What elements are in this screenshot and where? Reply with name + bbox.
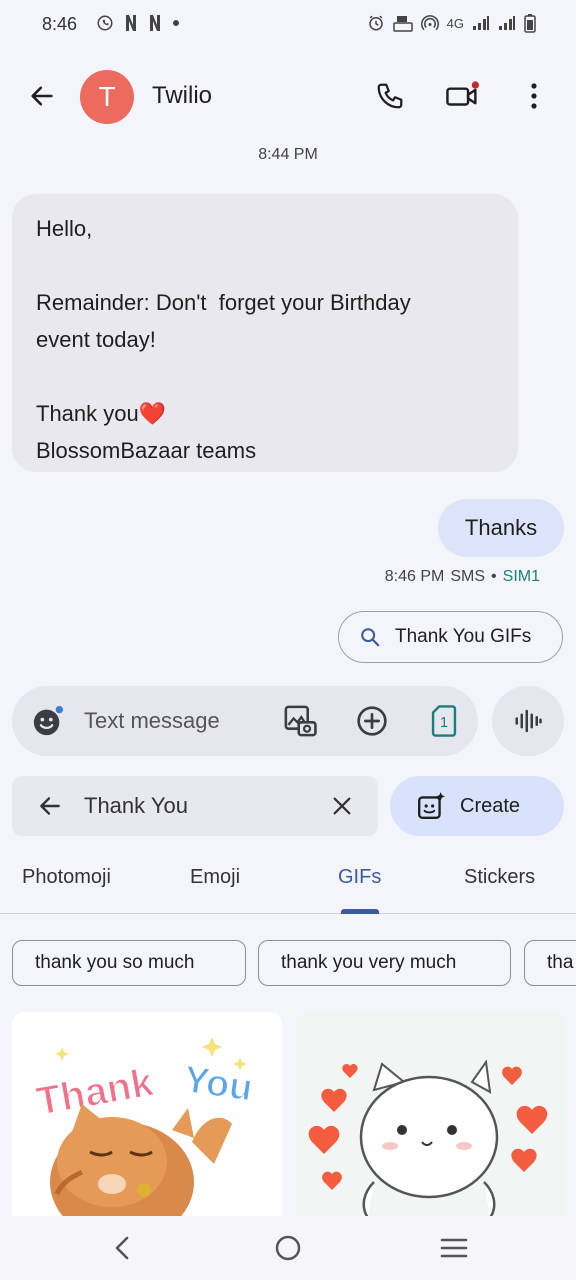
call-button[interactable]: [370, 76, 410, 116]
battery-icon: [524, 14, 536, 33]
gif-suggestion-label: Thank You GIFs: [395, 626, 532, 647]
incoming-message-bubble[interactable]: Hello, Remainder: Don't forget your Birt…: [12, 194, 518, 472]
avatar[interactable]: T: [80, 70, 134, 124]
message-time: 8:46 PM: [384, 568, 445, 585]
contact-name[interactable]: Twilio: [152, 82, 212, 110]
nav-menu-icon: [440, 1238, 468, 1258]
conversation-header: T Twilio: [0, 62, 576, 132]
status-bar: 8:46 4G: [0, 0, 576, 48]
arrow-back-icon: [31, 86, 53, 106]
gif-illustration: [308, 1059, 548, 1218]
suggestion-chip[interactable]: thank you so much: [12, 940, 246, 986]
more-options-button[interactable]: [514, 76, 554, 116]
netflix-icon-2: [150, 15, 160, 31]
tab-emoji[interactable]: Emoji: [190, 866, 240, 889]
message-line: Hello,: [36, 216, 93, 241]
tab-photomoji[interactable]: Photomoji: [22, 866, 111, 889]
volte-icon: [392, 16, 413, 32]
sim-number: 1: [440, 715, 448, 731]
gif-suggestion-chip[interactable]: Thank You GIFs: [338, 611, 563, 663]
gallery-icon: [284, 705, 317, 737]
message-sim: SIM1: [502, 568, 540, 585]
message-line: Remainder: Don't forget your Birthday: [36, 290, 411, 315]
gif-search-input[interactable]: Thank You: [84, 793, 188, 819]
back-button[interactable]: [22, 76, 62, 116]
system-navigation-bar: [0, 1216, 576, 1280]
gif-illustration: Thank You: [32, 1037, 256, 1218]
message-line: [36, 358, 494, 395]
tab-gifs[interactable]: GIFs: [338, 866, 381, 889]
search-icon: [361, 628, 380, 647]
signal-icon-2: [499, 16, 515, 30]
suggestion-chip[interactable]: tha: [524, 940, 576, 986]
message-line: Thank you❤️: [36, 401, 167, 426]
add-circle-icon: [357, 706, 387, 736]
nav-back-button[interactable]: [102, 1228, 142, 1268]
phone-icon: [377, 83, 403, 109]
tab-stickers[interactable]: Stickers: [464, 866, 535, 889]
hotspot-icon: [420, 15, 439, 31]
message-type: SMS: [450, 568, 486, 585]
gif-search-back-button[interactable]: [32, 788, 68, 824]
notification-icons: [96, 14, 180, 32]
active-tab-indicator: [341, 909, 379, 914]
sim-select-button[interactable]: 1: [424, 701, 464, 741]
gif-text-you: You: [181, 1059, 255, 1110]
voice-message-button[interactable]: [492, 686, 564, 756]
gif-result-thank-you-cat[interactable]: Thank You: [12, 1012, 282, 1218]
alarm-icon: [368, 15, 383, 31]
separator-dot: •: [491, 568, 497, 585]
system-icons: 4G: [367, 13, 536, 33]
status-time: 8:46: [42, 14, 78, 34]
create-button[interactable]: Create: [390, 776, 564, 836]
more-vert-icon: [531, 83, 537, 109]
message-input[interactable]: Text message: [84, 708, 220, 734]
nav-recents-button[interactable]: [434, 1228, 474, 1268]
netflix-icon: [126, 15, 136, 31]
video-camera-icon: [446, 81, 479, 106]
more-notifications-icon: [173, 20, 179, 26]
arrow-back-icon: [40, 797, 60, 815]
gif-result-cat-hearts[interactable]: [294, 1012, 564, 1218]
gif-text-thank: Thank: [33, 1060, 157, 1124]
message-status: 8:46 PM SMS • SIM1: [385, 568, 540, 586]
signal-icon: [473, 16, 489, 30]
nav-home-button[interactable]: [268, 1228, 308, 1268]
outgoing-message-bubble[interactable]: Thanks: [438, 499, 564, 557]
message-line: event today!: [36, 327, 156, 352]
compose-bar: Text message 1: [12, 686, 478, 756]
nav-back-icon: [115, 1236, 129, 1260]
message-timestamp: 8:44 PM: [258, 146, 318, 163]
nav-home-icon: [275, 1235, 301, 1261]
create-sparkle-icon: [418, 792, 445, 819]
sim-card-icon: 1: [431, 705, 457, 737]
gif-search-bar: Thank You: [12, 776, 378, 836]
clear-search-button[interactable]: [324, 788, 360, 824]
suggestion-chip[interactable]: thank you very much: [258, 940, 511, 986]
video-call-button[interactable]: [442, 76, 482, 116]
whatsapp-icon: [97, 15, 113, 31]
media-tabs: Photomoji Emoji GIFs Stickers: [0, 862, 576, 914]
gallery-button[interactable]: [280, 701, 320, 741]
message-line: BlossomBazaar teams: [36, 438, 257, 463]
create-label: Create: [460, 794, 521, 817]
emoji-button[interactable]: [28, 701, 68, 741]
voice-waveform-icon: [515, 709, 542, 733]
emoji-icon: [33, 705, 64, 736]
message-line: [36, 247, 494, 284]
network-type: 4G: [446, 15, 464, 31]
close-icon: [333, 797, 351, 815]
add-attachment-button[interactable]: [352, 701, 392, 741]
